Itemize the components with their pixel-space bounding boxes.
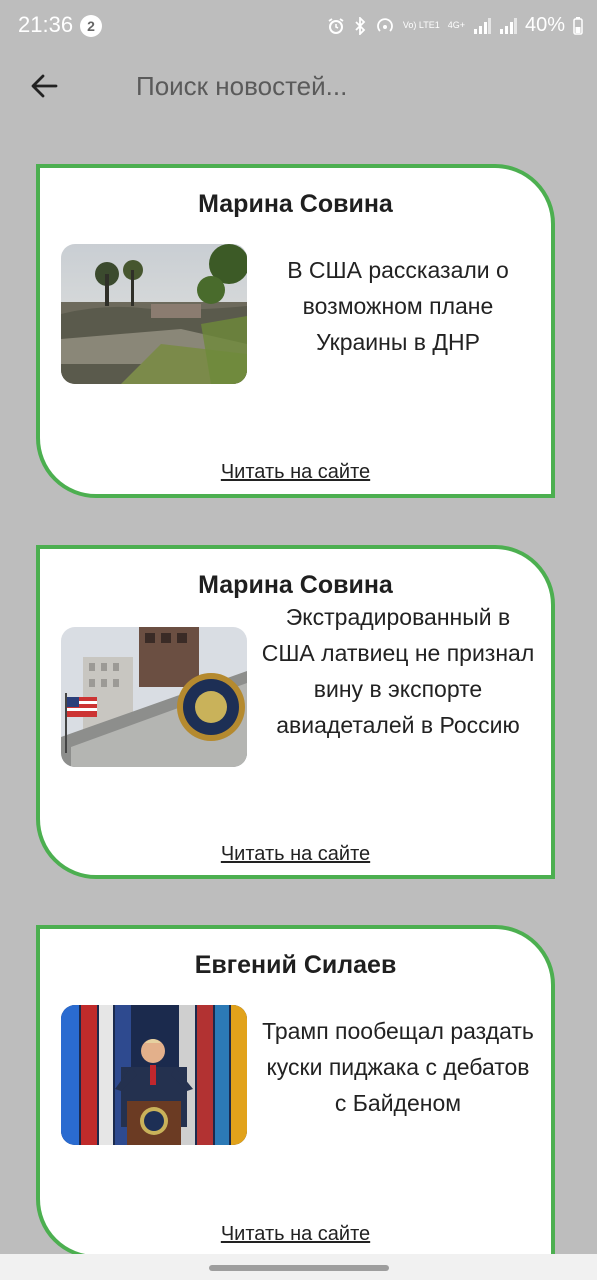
battery-icon	[573, 16, 583, 35]
search-input[interactable]	[126, 64, 586, 108]
bluetooth-icon	[353, 16, 367, 35]
status-time: 21:36	[18, 12, 74, 37]
news-image[interactable]	[61, 627, 247, 767]
notification-count-badge: 2	[80, 15, 102, 37]
home-gesture-handle[interactable]	[209, 1265, 389, 1271]
network-type-label: 4G+	[447, 20, 465, 30]
news-image[interactable]	[61, 1005, 247, 1145]
read-on-site-link[interactable]: Читать на сайте	[40, 843, 551, 866]
card-author: Евгений Силаев	[194, 951, 397, 979]
back-button[interactable]	[24, 66, 64, 106]
news-card: Евгений Силаев Трамп пообещал раздать ку…	[36, 925, 555, 1259]
news-card: Марина Совина В США рассказали о возможн…	[36, 164, 555, 498]
signal-icon	[473, 17, 491, 34]
hotspot-icon	[375, 17, 395, 35]
arrow-left-icon	[31, 74, 58, 98]
app-bar	[0, 56, 597, 116]
card-title: В США рассказали о возможном плане Украи…	[287, 257, 509, 355]
status-icons: Vo) LTE1 4G+ 40%	[327, 14, 583, 37]
volte-label: Vo) LTE1	[402, 20, 440, 30]
system-nav-bar	[0, 1254, 597, 1280]
card-author: Марина Совина	[198, 190, 393, 218]
news-card: Марина Совина Экстрадированный в США лат…	[36, 545, 555, 879]
alarm-icon	[327, 17, 345, 35]
card-author: Марина Совина	[198, 571, 393, 599]
read-on-site-link[interactable]: Читать на сайте	[40, 1223, 551, 1246]
status-bar: 21:36 2 Vo) LTE1 4G+ 40%	[0, 0, 597, 54]
card-title: Трамп пообещал раздать куски пиджака с д…	[262, 1018, 534, 1116]
battery-percentage: 40%	[524, 14, 565, 36]
news-image[interactable]	[61, 244, 247, 384]
card-title: Экстрадированный в США латвиец не призна…	[261, 604, 535, 738]
signal-icon-2	[499, 17, 517, 34]
read-on-site-link[interactable]: Читать на сайте	[40, 461, 551, 484]
